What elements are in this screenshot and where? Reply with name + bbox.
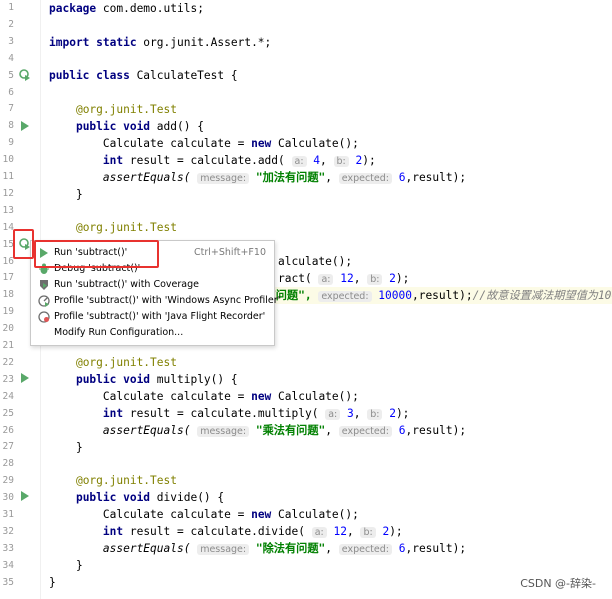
code-line-5: public class CalculateTest {	[49, 69, 238, 82]
code-line-35: }	[49, 576, 56, 589]
highlight-box-run-item	[34, 240, 159, 268]
profiler-icon	[38, 295, 50, 307]
code-line-26: assertEquals( message: "乘法有问题", expected…	[102, 424, 467, 437]
code-line-27: }	[49, 441, 83, 454]
code-line-34: }	[49, 559, 83, 572]
menu-item-profile-jfr-label: Profile 'subtract()' with 'Java Flight R…	[54, 311, 266, 322]
code-line-14: @org.junit.Test	[75, 221, 177, 234]
code-line-24: Calculate calculate = new Calculate();	[49, 390, 359, 403]
menu-item-profile-async[interactable]: Profile 'subtract()' with 'Windows Async…	[31, 293, 280, 309]
code-line-23: public void multiply() {	[75, 373, 238, 386]
code-line-10: int result = calculate.add( a: 4, b: 2);	[102, 154, 376, 167]
code-line-29: @org.junit.Test	[75, 474, 177, 487]
code-line-25: int result = calculate.multiply( a: 3, b…	[102, 407, 410, 420]
watermark: CSDN @-辞染-	[520, 577, 596, 590]
code-line-7: @org.junit.Test	[75, 103, 177, 116]
code-line-9: Calculate calculate = new Calculate();	[49, 137, 359, 150]
menu-item-coverage-label: Run 'subtract()' with Coverage	[54, 279, 199, 290]
code-line-31: Calculate calculate = new Calculate();	[49, 508, 359, 521]
menu-item-coverage[interactable]: Run 'subtract()' with Coverage	[31, 277, 274, 293]
code-line-8: public void add() {	[75, 120, 204, 133]
menu-item-profile-async-label: Profile 'subtract()' with 'Windows Async…	[54, 295, 281, 306]
coverage-icon	[40, 280, 48, 290]
code-line-12: }	[49, 188, 83, 201]
code-line-30: public void divide() {	[75, 491, 225, 504]
menu-item-modify-config-label: Modify Run Configuration...	[54, 327, 184, 338]
code-line-11: assertEquals( message: "加法有问题", expected…	[102, 171, 467, 184]
code-line-32: int result = calculate.divide( a: 12, b:…	[102, 525, 403, 538]
menu-item-modify-config[interactable]: Modify Run Configuration...	[31, 325, 274, 341]
code-line-33: assertEquals( message: "除法有问题", expected…	[102, 542, 467, 555]
code-line-3: import static org.junit.Assert.*;	[49, 36, 272, 49]
menu-item-run-shortcut: Ctrl+Shift+F10	[194, 247, 266, 258]
code-line-22: @org.junit.Test	[75, 356, 177, 369]
flight-recorder-icon	[38, 311, 50, 323]
highlight-box-gutter-icon	[13, 229, 34, 259]
menu-item-profile-jfr[interactable]: Profile 'subtract()' with 'Java Flight R…	[31, 309, 274, 325]
code-line-1: package com.demo.utils;	[49, 2, 204, 15]
